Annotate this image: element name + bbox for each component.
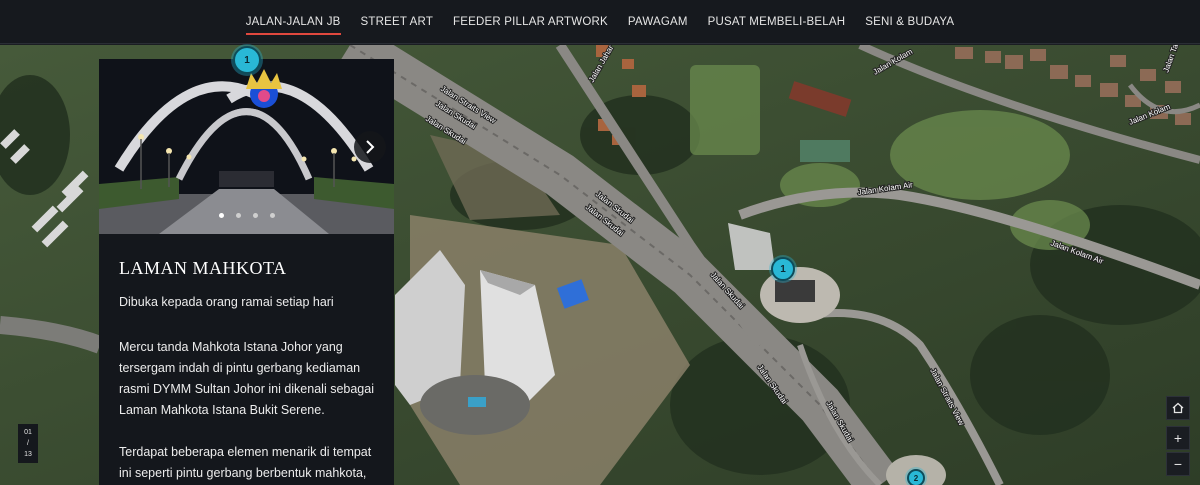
map-marker-1[interactable]: 1 <box>771 257 795 281</box>
laman-mahkota-photo <box>99 59 394 234</box>
nav-item-pawagam[interactable]: PAWAGAM <box>628 12 688 32</box>
carousel-dot[interactable] <box>269 213 275 218</box>
location-title: LAMAN MAHKOTA <box>119 258 287 278</box>
location-info-panel: LAMAN MAHKOTA Dibuka kepada orang ramai … <box>99 59 394 485</box>
description-paragraph-1: Mercu tanda Mahkota Istana Johor yang te… <box>119 340 374 417</box>
counter-separator: / <box>27 440 29 447</box>
zoom-out-button[interactable]: − <box>1166 452 1190 476</box>
nav-item-seni-budaya[interactable]: SENI & BUDAYA <box>865 12 954 32</box>
active-marker-1[interactable]: 1 <box>233 46 261 74</box>
carousel-dot[interactable] <box>252 213 258 218</box>
carousel-dot[interactable] <box>218 213 224 218</box>
top-navigation: JALAN-JALAN JB STREET ART FEEDER PILLAR … <box>0 0 1200 44</box>
carousel-dot[interactable] <box>235 213 241 218</box>
counter-current: 01 <box>24 429 32 436</box>
carousel-dots <box>99 213 394 218</box>
nav-item-jalan-jalan-jb[interactable]: JALAN-JALAN JB <box>245 12 341 35</box>
opening-hours: Dibuka kepada orang ramai setiap hari <box>119 295 334 309</box>
photo-carousel[interactable] <box>99 59 394 234</box>
nav-item-street-art[interactable]: STREET ART <box>361 12 434 32</box>
nav-item-feeder-pillar-artwork[interactable]: FEEDER PILLAR ARTWORK <box>453 12 608 32</box>
description-paragraph-2: Terdapat beberapa elemen menarik di temp… <box>119 445 372 480</box>
panel-content: LAMAN MAHKOTA Dibuka kepada orang ramai … <box>99 234 394 485</box>
chevron-right-icon[interactable] <box>354 131 386 163</box>
counter-total: 13 <box>24 451 32 458</box>
map-marker-2[interactable]: 2 <box>907 469 925 485</box>
home-icon[interactable] <box>1166 396 1190 420</box>
location-counter: 01 / 13 <box>18 424 38 463</box>
nav-item-pusat-membeli-belah[interactable]: PUSAT MEMBELI-BELAH <box>708 12 846 32</box>
zoom-in-button[interactable]: + <box>1166 426 1190 450</box>
